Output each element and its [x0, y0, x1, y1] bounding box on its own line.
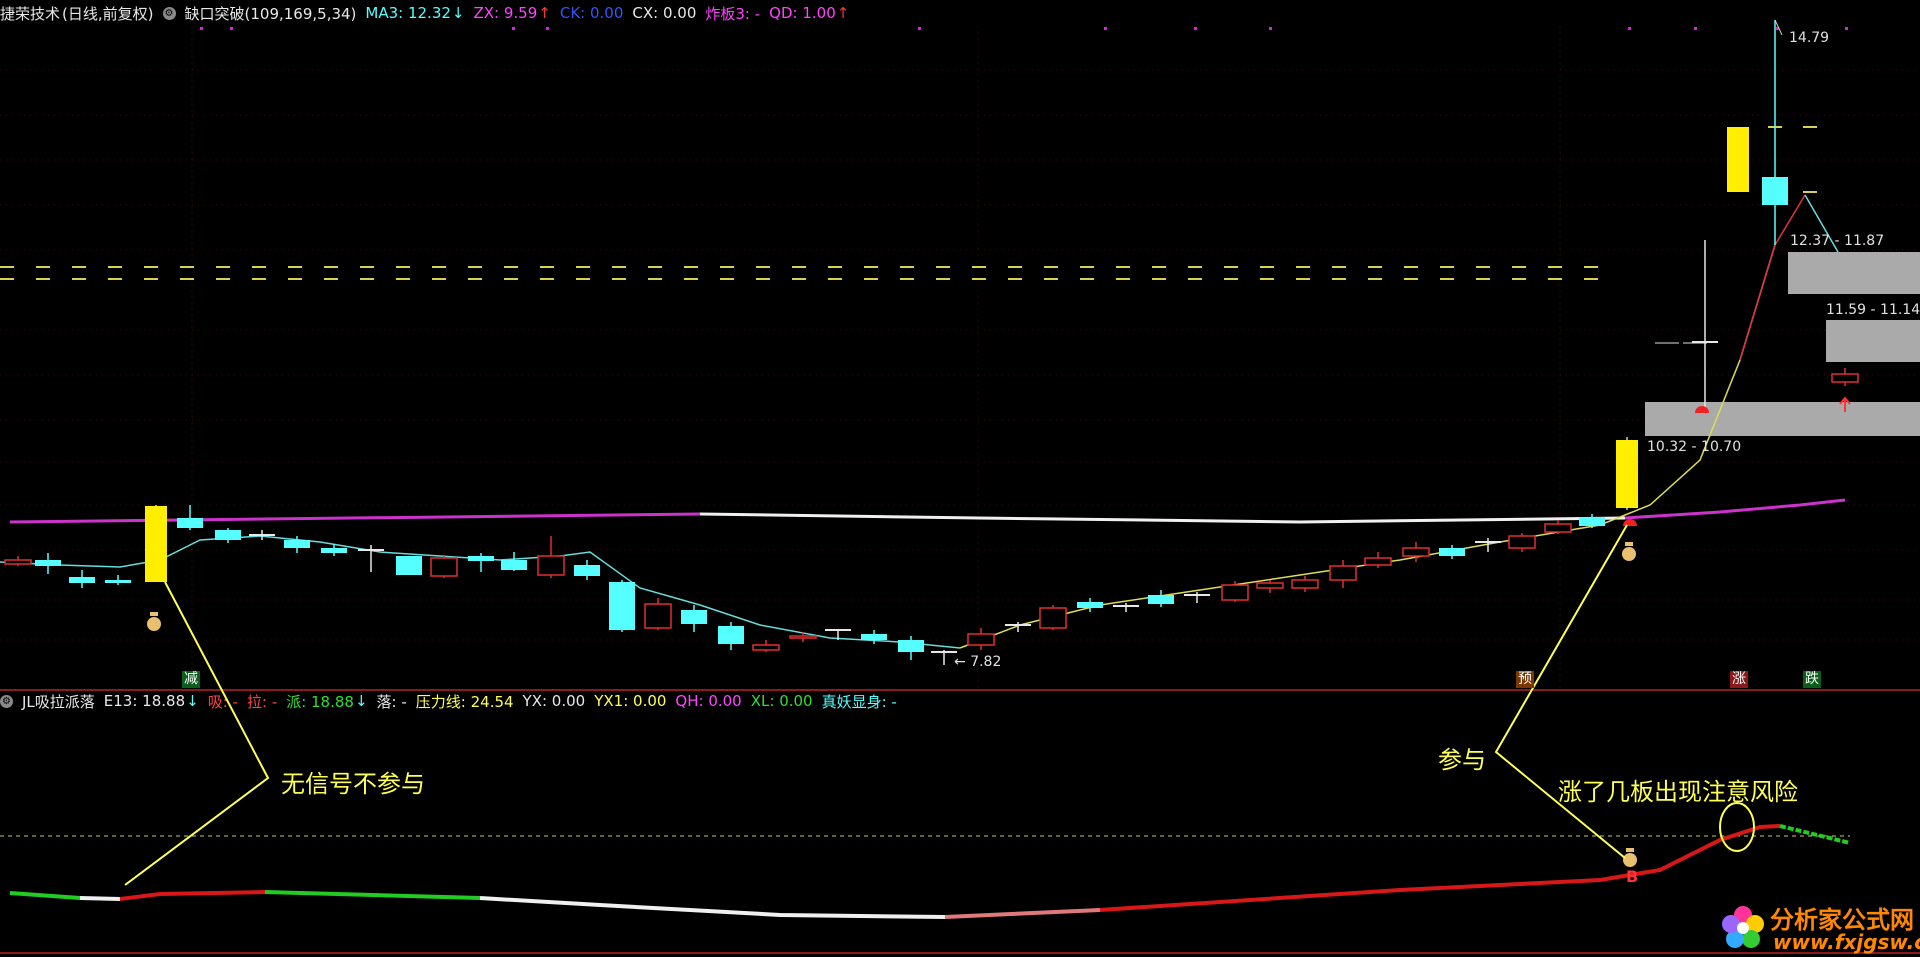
top-marker	[1845, 27, 1848, 30]
candle-body	[69, 577, 95, 583]
candle-body	[1221, 584, 1249, 601]
candle-body	[861, 634, 887, 640]
money-bag-icon	[150, 612, 158, 616]
candle-body	[1148, 595, 1174, 604]
candle-body	[681, 610, 707, 624]
indicator-segment	[1779, 824, 1851, 845]
top-marker	[1269, 27, 1272, 30]
dashed-levels	[0, 126, 1817, 344]
zone-box	[1788, 252, 1920, 294]
pressure-line	[1624, 498, 1846, 520]
top-marker	[546, 27, 549, 30]
high-price-label: 14.79	[1789, 30, 1830, 46]
top-marker	[1694, 27, 1697, 30]
candle-body	[35, 560, 61, 566]
candle-body	[898, 640, 924, 652]
candle-body	[1544, 523, 1572, 533]
money-bag-icon	[1625, 542, 1633, 546]
indicator-segment	[119, 890, 266, 901]
annotation-lines	[124, 524, 1628, 886]
low-price-value: 7.82	[970, 654, 1002, 670]
pressure-line	[9, 512, 701, 524]
candle-body	[284, 540, 310, 548]
annotation-no-signal: 无信号不参与	[281, 770, 425, 798]
top-marker	[1104, 27, 1107, 30]
candle-body	[574, 565, 600, 576]
candlesticks[interactable]	[4, 19, 1859, 867]
candle-body	[644, 603, 672, 629]
top-marker	[918, 27, 921, 30]
money-bag-icon	[1623, 853, 1637, 867]
indicator-segment	[1099, 824, 1781, 912]
zone-label-2: 11.59 - 11.14	[1826, 302, 1920, 318]
candle-body	[537, 555, 565, 576]
candle-body	[468, 556, 494, 561]
indicator-segment	[9, 891, 81, 900]
candle-body	[789, 635, 817, 639]
signal-b: B	[1626, 867, 1639, 886]
top-marker	[200, 27, 203, 30]
candle-body	[1831, 373, 1859, 383]
top-marker	[512, 27, 515, 30]
candle-body	[1077, 602, 1103, 608]
callout-line	[124, 581, 270, 886]
indicator-lines	[0, 194, 1846, 649]
candle-body	[752, 644, 780, 651]
money-bag-icon	[1622, 547, 1636, 561]
annotation-participate: 参与	[1438, 746, 1486, 774]
top-marker	[1628, 27, 1631, 30]
top-marker	[1194, 27, 1197, 30]
indicator-segment	[264, 890, 481, 900]
chart-canvas[interactable]	[0, 0, 1920, 957]
candle-body	[1439, 548, 1465, 556]
callout-line	[1494, 524, 1628, 859]
money-bag-icon	[1626, 848, 1634, 852]
zone-box	[1645, 402, 1920, 436]
candle-body	[4, 559, 32, 565]
candle-body	[1762, 177, 1788, 205]
zone-box	[1826, 320, 1920, 362]
candle-body	[177, 518, 203, 528]
candle-body	[1039, 607, 1067, 629]
candle-body	[1579, 517, 1605, 526]
zone-label-1: 12.37 - 11.87	[1790, 233, 1885, 249]
signal-zhang: 涨	[1730, 671, 1748, 688]
candle-body	[105, 580, 131, 583]
candle-body	[967, 633, 995, 646]
pressure-line	[699, 512, 1626, 524]
lower-indicator	[0, 802, 1851, 919]
candle-body	[396, 556, 422, 575]
indicator-segment	[479, 896, 946, 919]
signal-yu: 预	[1516, 671, 1534, 688]
risk-circle	[1719, 802, 1755, 852]
candle-body	[215, 530, 241, 540]
candle-body	[430, 557, 458, 577]
top-marker	[230, 27, 233, 30]
candle-body	[1291, 579, 1319, 589]
candle-body	[1727, 127, 1749, 192]
candle-body	[501, 560, 527, 570]
ma-line	[0, 535, 961, 649]
resistance-zones	[1645, 252, 1920, 436]
candle-body	[1402, 547, 1430, 557]
candle-body	[718, 626, 744, 644]
watermark-url: www.fxjgsw.com	[1773, 930, 1920, 954]
indicator-segment	[944, 908, 1101, 919]
signal-die: 跌	[1803, 671, 1821, 688]
money-bag-icon	[147, 617, 161, 631]
candle-body	[609, 582, 635, 630]
signal-jian: 减	[182, 671, 200, 688]
buy-marker	[1623, 519, 1637, 526]
candle-body	[321, 548, 347, 553]
candle-body	[1329, 565, 1357, 581]
indicator-segment	[79, 896, 121, 901]
low-price-label: ← 7.82	[954, 654, 1002, 670]
candle-body	[145, 506, 167, 582]
candle-body	[1364, 557, 1392, 566]
candle-body	[1256, 582, 1284, 589]
zone-label-3: 10.32 - 10.70	[1647, 439, 1742, 455]
candle-body	[1616, 440, 1638, 508]
annotation-risk: 涨了几板出现注意风险	[1558, 778, 1798, 806]
candle-body	[1508, 535, 1536, 549]
